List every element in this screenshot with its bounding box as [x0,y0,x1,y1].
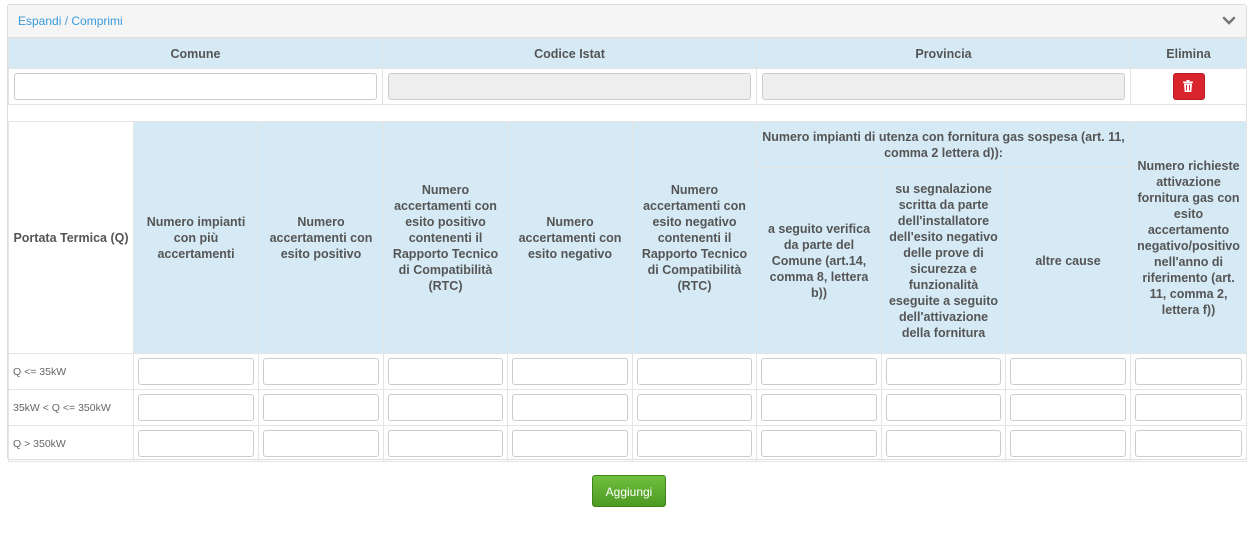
input-esito-positivo[interactable] [263,394,379,421]
input-positivo-rtc[interactable] [388,358,503,385]
input-esito-positivo[interactable] [263,358,379,385]
header-provincia: Provincia [756,38,1131,69]
panel-heading: Espandi / Comprimi [8,5,1246,38]
accertamenti-table: Portata Termica (Q) Numero impianti con … [8,121,1248,462]
header-segnalazione-installatore: su segnalazione scritta da parte dell'in… [881,167,1006,354]
input-altre-cause[interactable] [1010,430,1127,457]
comuni-panel: Espandi / Comprimi Comune Codice Istat P… [7,4,1248,462]
header-impianti-piu-accertamenti: Numero impianti con più accertamenti [133,121,259,354]
input-richieste[interactable] [1135,394,1243,421]
header-verifica-comune: a seguito verifica da parte del Comune (… [756,167,882,354]
input-altre-cause[interactable] [1010,394,1127,421]
expand-collapse-link[interactable]: Espandi / Comprimi [18,14,123,28]
header-comune: Comune [8,38,383,69]
input-piu-accertamenti[interactable] [138,394,254,421]
input-richieste[interactable] [1135,430,1243,457]
input-negativo-rtc[interactable] [637,430,752,457]
input-richieste[interactable] [1135,358,1243,385]
input-positivo-rtc[interactable] [388,394,503,421]
input-negativo-rtc[interactable] [637,358,752,385]
header-positivo-rtc: Numero accertamenti con esito positivo c… [383,121,508,354]
input-esito-negativo[interactable] [512,358,628,385]
input-verifica-comune[interactable] [761,394,877,421]
input-piu-accertamenti[interactable] [138,430,254,457]
row-label: Q > 350kW [8,425,134,462]
input-piu-accertamenti[interactable] [138,358,254,385]
comune-table: Comune Codice Istat Provincia Elimina [8,38,1247,105]
header-elimina: Elimina [1130,38,1247,69]
row-label: 35kW < Q <= 350kW [8,389,134,426]
input-segnalazione[interactable] [886,394,1001,421]
add-button[interactable]: Aggiungi [592,475,666,507]
table-row: Q <= 35kW [8,353,1248,390]
input-negativo-rtc[interactable] [637,394,752,421]
codice-istat-field [388,73,751,100]
header-negativo-rtc: Numero accertamenti con esito negativo c… [632,121,757,354]
input-esito-negativo[interactable] [512,430,628,457]
trash-icon [1182,80,1193,92]
input-verifica-comune[interactable] [761,430,877,457]
input-verifica-comune[interactable] [761,358,877,385]
table-row: 35kW < Q <= 350kW [8,389,1248,426]
input-esito-positivo[interactable] [263,430,379,457]
comune-input[interactable] [14,73,377,100]
input-segnalazione[interactable] [886,358,1001,385]
header-altre-cause: altre cause [1004,167,1132,354]
table-row: Q > 350kW [8,425,1248,462]
input-positivo-rtc[interactable] [388,430,503,457]
header-fornitura-sospesa-group: Numero impianti di utenza con fornitura … [755,121,1132,168]
header-codice-istat: Codice Istat [382,38,757,69]
input-esito-negativo[interactable] [512,394,628,421]
row-label: Q <= 35kW [8,353,134,390]
header-richieste-attivazione: Numero richieste attivazione fornitura g… [1130,121,1248,354]
input-segnalazione[interactable] [886,430,1001,457]
header-esito-positivo: Numero accertamenti con esito positivo [258,121,384,354]
delete-button[interactable] [1172,73,1205,100]
header-portata-termica: Portata Termica (Q) [8,121,134,354]
header-esito-negativo: Numero accertamenti con esito negativo [507,121,633,354]
input-altre-cause[interactable] [1010,358,1127,385]
provincia-field [762,73,1125,100]
chevron-down-icon[interactable] [1222,15,1236,27]
